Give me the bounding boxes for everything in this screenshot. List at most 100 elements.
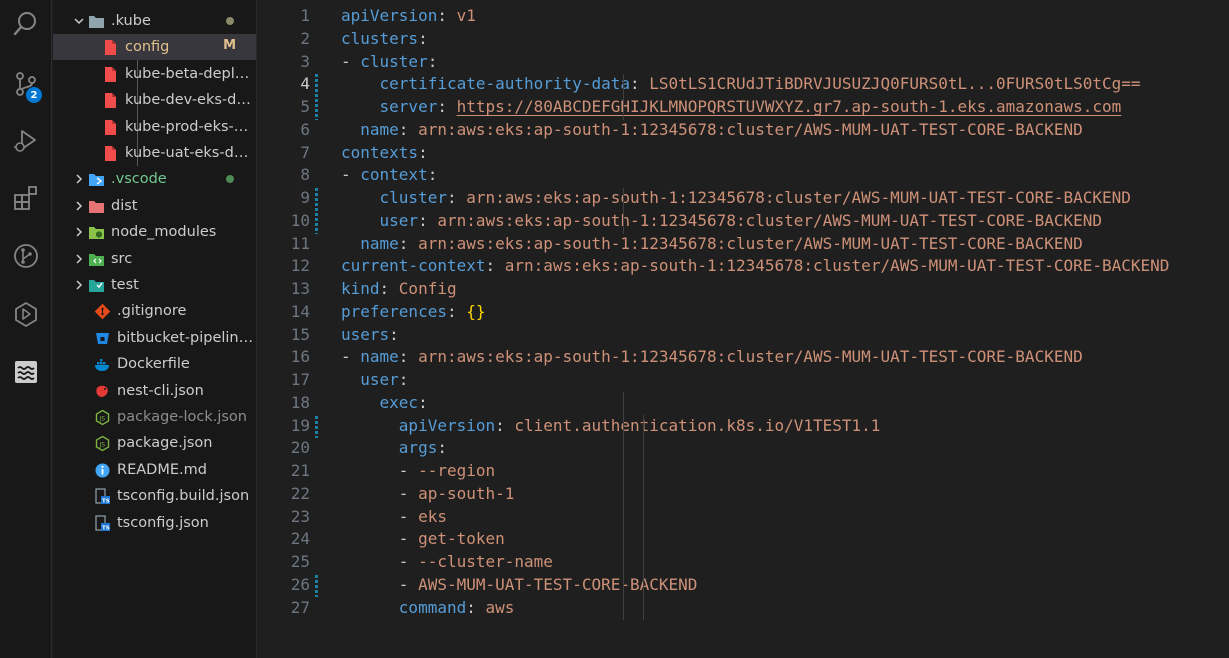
code-line[interactable]: 6 name: arn:aws:eks:ap-south-1:12345678:… [258, 119, 1229, 142]
source-control-badge: 2 [26, 87, 42, 103]
code-text: command: aws [341, 597, 515, 620]
code-line[interactable]: 12 current-context: arn:aws:eks:ap-south-… [258, 255, 1229, 278]
code-line[interactable]: 27 command: aws [258, 597, 1229, 620]
code-line[interactable]: 16 - name: arn:aws:eks:ap-south-1:1234567… [258, 346, 1229, 369]
yaml-token: - [341, 483, 419, 503]
yaml-token [341, 120, 360, 139]
code-line[interactable]: 17 user: [258, 369, 1229, 392]
tree-item-tsconfig-build[interactable]: TS tsconfig.build.json [53, 483, 256, 509]
yaml-token: arn:aws:eks:ap-south-1:12345678:cluster/… [466, 188, 1131, 207]
yaml-token: - [341, 552, 419, 571]
yaml-token: : [485, 256, 505, 276]
yaml-token: arn:aws:eks:ap-south-1:12345678:cluster/… [418, 233, 1083, 253]
code-editor[interactable]: 1 apiVersion: v1 2 clusters: 3- cluster: 4 ce… [258, 0, 1229, 658]
node-folder-icon [87, 223, 105, 241]
yaml-token: arn:aws:eks:ap-south-1:12345678:cluster/… [418, 119, 1083, 139]
tree-item-readme[interactable]: README.md [53, 457, 256, 483]
indent-guide [623, 188, 624, 234]
code-line[interactable]: 5 server: https://80ABCDEFGHIJKLMNOPQRST… [258, 96, 1229, 119]
code-text: cluster: arn:aws:eks:ap-south-1:12345678… [341, 187, 1131, 210]
line-number: 23 [290, 506, 310, 526]
code-line[interactable]: 24 - get-token [258, 528, 1229, 551]
tree-item-kube-uat-eks-deploy[interactable]: kube-uat-eks-deploy.yaml [53, 140, 256, 166]
yaml-token: : [418, 210, 438, 230]
tree-item-label: kube-uat-eks-deploy.yaml [125, 145, 256, 161]
tree-item-config[interactable]: config M [53, 34, 256, 60]
config-file-icon [101, 118, 119, 136]
url-link[interactable]: https://80ABCDEFGHIJKLMNOPQRSTUVWXYZ.gr7… [457, 97, 1122, 116]
yaml-token: : [466, 597, 486, 617]
yaml-token [341, 74, 380, 93]
tree-item-node-modules-folder[interactable]: node_modules [53, 219, 256, 245]
code-line[interactable]: 19 apiVersion: client.authentication.k8s… [258, 415, 1229, 438]
code-line[interactable]: 18 exec: [258, 392, 1229, 415]
git-graph-icon[interactable] [0, 232, 52, 280]
run-debug-icon[interactable] [0, 116, 52, 164]
tree-item-vscode-folder[interactable]: .vscode [53, 166, 256, 192]
tree-item-dockerfile[interactable]: Dockerfile [53, 351, 256, 377]
tree-item-kube-folder[interactable]: .kube [53, 8, 256, 34]
line-number: 7 [300, 142, 310, 162]
chevron-right-icon [71, 198, 87, 214]
code-line[interactable]: 13 kind: Config [258, 278, 1229, 301]
yaml-token: Config [398, 279, 457, 298]
tree-item-src-folder[interactable]: src [53, 246, 256, 272]
code-text: apiVersion: v1 [341, 5, 476, 28]
tree-item-label: config [125, 39, 170, 55]
code-line[interactable]: 26 - AWS-MUM-UAT-TEST-CORE-BACKEND [258, 574, 1229, 597]
code-line[interactable]: 21 - --region [258, 460, 1229, 483]
search-icon[interactable] [0, 0, 52, 48]
code-line[interactable]: 25 - --cluster-name [258, 551, 1229, 574]
code-line[interactable]: 20 args: [258, 437, 1229, 460]
code-line[interactable]: 4 certificate-authority-data: LS0tLS1CRU… [258, 73, 1229, 96]
yaml-token: : [398, 119, 419, 139]
code-line[interactable]: 14 preferences: {} [258, 301, 1229, 324]
remote-explorer-icon[interactable] [0, 290, 52, 338]
code-text: users: [341, 324, 399, 347]
tree-item-dist-folder[interactable]: dist [53, 193, 256, 219]
code-line[interactable]: 3 - cluster: [258, 51, 1229, 74]
tree-item-test-folder[interactable]: test [53, 272, 256, 298]
yaml-token [341, 188, 380, 207]
code-line[interactable]: 8 - context: [258, 164, 1229, 187]
tree-item-label: kube-dev-eks-deploy.yaml [125, 92, 256, 108]
yaml-token: : [437, 6, 457, 25]
yaml-key: apiVersion [398, 415, 496, 435]
extensions-icon[interactable] [0, 174, 52, 222]
yaml-token [341, 598, 399, 617]
tree-item-kube-dev-eks-deploy[interactable]: kube-dev-eks-deploy.yaml [53, 87, 256, 113]
tree-item-bitbucket-pipelines[interactable]: bitbucket-pipelines.yml [53, 325, 256, 351]
yaml-token: - [341, 461, 419, 480]
tree-item-kube-beta-deploy[interactable]: kube-beta-deploy.yaml [53, 61, 256, 87]
tree-item-nest-cli[interactable]: nest-cli.json [53, 378, 256, 404]
code-text: clusters: [341, 28, 428, 51]
code-line[interactable]: 2 clusters: [258, 28, 1229, 51]
code-line[interactable]: 7 contexts: [258, 142, 1229, 165]
code-line[interactable]: 22 - ap-south-1 [258, 483, 1229, 506]
tree-item-package-lock[interactable]: JS package-lock.json [53, 404, 256, 430]
code-line[interactable]: 9 cluster: arn:aws:eks:ap-south-1:123456… [258, 187, 1229, 210]
yaml-token [341, 211, 380, 230]
line-number: 12 [290, 256, 310, 276]
gutter-modified-marker [315, 188, 318, 234]
code-line[interactable]: 11 name: arn:aws:eks:ap-south-1:12345678… [258, 233, 1229, 256]
code-line[interactable]: 1 apiVersion: v1 [258, 5, 1229, 28]
tree-item-kube-prod-eks-deploy[interactable]: kube-prod-eks-deploy.yaml [53, 114, 256, 140]
line-number: 14 [290, 301, 310, 321]
modified-dot [226, 17, 234, 25]
code-text: - name: arn:aws:eks:ap-south-1:12345678:… [341, 346, 1083, 369]
yaml-key: name [360, 347, 399, 367]
tree-item-package-json[interactable]: JS package.json [53, 430, 256, 456]
tree-item-label: README.md [117, 462, 207, 478]
yaml-token: arn:aws:eks:ap-south-1:12345678:cluster/… [437, 210, 1102, 230]
code-line[interactable]: 23 - eks [258, 506, 1229, 529]
source-control-icon[interactable]: 2 [0, 60, 52, 108]
yaml-key: preferences [341, 301, 447, 321]
code-line[interactable]: 15 users: [258, 324, 1229, 347]
code-line[interactable]: 10 user: arn:aws:eks:ap-south-1:12345678… [258, 210, 1229, 233]
line-number: 3 [300, 51, 310, 71]
nodejs-icon: JS [93, 408, 111, 426]
tree-item-tsconfig[interactable]: TS tsconfig.json [53, 510, 256, 536]
tree-item-gitignore[interactable]: .gitignore [53, 298, 256, 324]
kubernetes-icon[interactable] [0, 348, 52, 396]
